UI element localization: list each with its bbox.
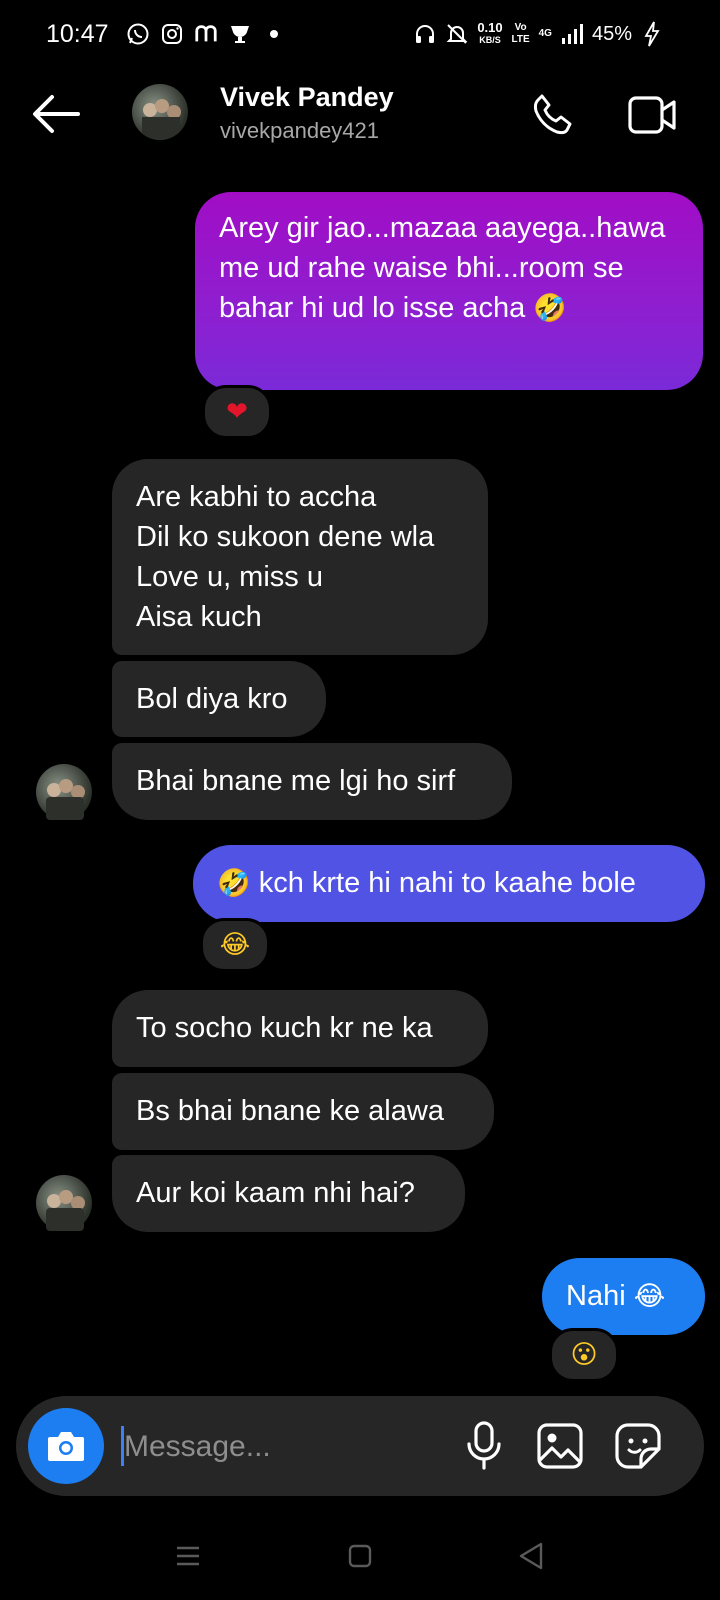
phone-icon[interactable] [530,92,576,138]
status-time: 10:47 [46,20,109,48]
message-incoming[interactable]: Bol diya kro [112,661,326,737]
contact-name[interactable]: Vivek Pandey [220,82,394,113]
signal-icon [560,22,584,46]
system-nav-bar [0,1520,720,1600]
message-input[interactable] [122,1420,446,1474]
notification-icons [126,22,286,46]
message-incoming[interactable]: Aur koi kaam nhi hai? [112,1155,465,1232]
instagram-icon [160,22,184,46]
headphones-icon [413,22,437,46]
network-type: 4G [538,28,552,39]
system-icons: 0.10 KB/S Vo LTE 4G 45% [413,20,664,47]
laughing-emoji: 😂 [633,1281,666,1312]
rofl-emoji: 🤣 [533,293,567,324]
microphone-icon[interactable] [464,1420,504,1472]
message-outgoing[interactable]: 🤣 kch krte hi nahi to kaahe bole [193,845,705,922]
sender-avatar[interactable] [36,764,92,820]
surprised-reaction[interactable]: 😮 [549,1328,619,1382]
camera-icon [48,1432,84,1461]
video-camera-icon[interactable] [628,94,678,136]
message-outgoing[interactable]: Nahi 😂 [542,1258,705,1335]
charging-icon [640,21,664,47]
sticker-icon[interactable] [614,1422,662,1470]
status-bar: 10:47 0.10 KB/S Vo LTE 4G 45% [0,0,720,70]
m-app-icon [194,22,218,46]
contact-username[interactable]: vivekpandey421 [220,118,379,144]
battery-percent: 45% [591,22,632,45]
message-incoming[interactable]: Bs bhai bnane ke alawa [112,1073,494,1150]
home-icon[interactable] [346,1542,374,1570]
trophy-icon [228,22,252,46]
sender-avatar[interactable] [36,1175,92,1231]
network-speed: 0.10 KB/S [477,20,503,45]
message-incoming[interactable]: To socho kuch kr ne ka [112,990,488,1067]
mute-bell-icon [445,22,469,46]
recents-icon[interactable] [174,1542,202,1570]
message-incoming[interactable]: Bhai bnane me lgi ho sirf [112,743,512,820]
back-arrow-icon[interactable] [30,92,82,136]
laughing-reaction[interactable]: 😂 [200,918,270,972]
camera-button[interactable] [28,1408,104,1484]
heart-reaction[interactable]: ❤ [202,385,272,439]
dot-icon [262,22,286,46]
gallery-icon[interactable] [536,1422,584,1470]
message-outgoing[interactable]: Arey gir jao...mazaa aayega..hawa me ud … [195,192,703,390]
nav-back-icon[interactable] [515,1540,547,1572]
message-incoming[interactable]: Are kabhi to accha Dil ko sukoon dene wl… [112,459,488,655]
message-composer [16,1396,704,1496]
volte-indicator: Vo LTE [511,22,530,45]
avatar[interactable] [132,84,188,140]
whatsapp-icon [126,22,150,46]
rofl-emoji: 🤣 [217,868,251,899]
chat-header: Vivek Pandey vivekpandey421 [0,70,720,160]
